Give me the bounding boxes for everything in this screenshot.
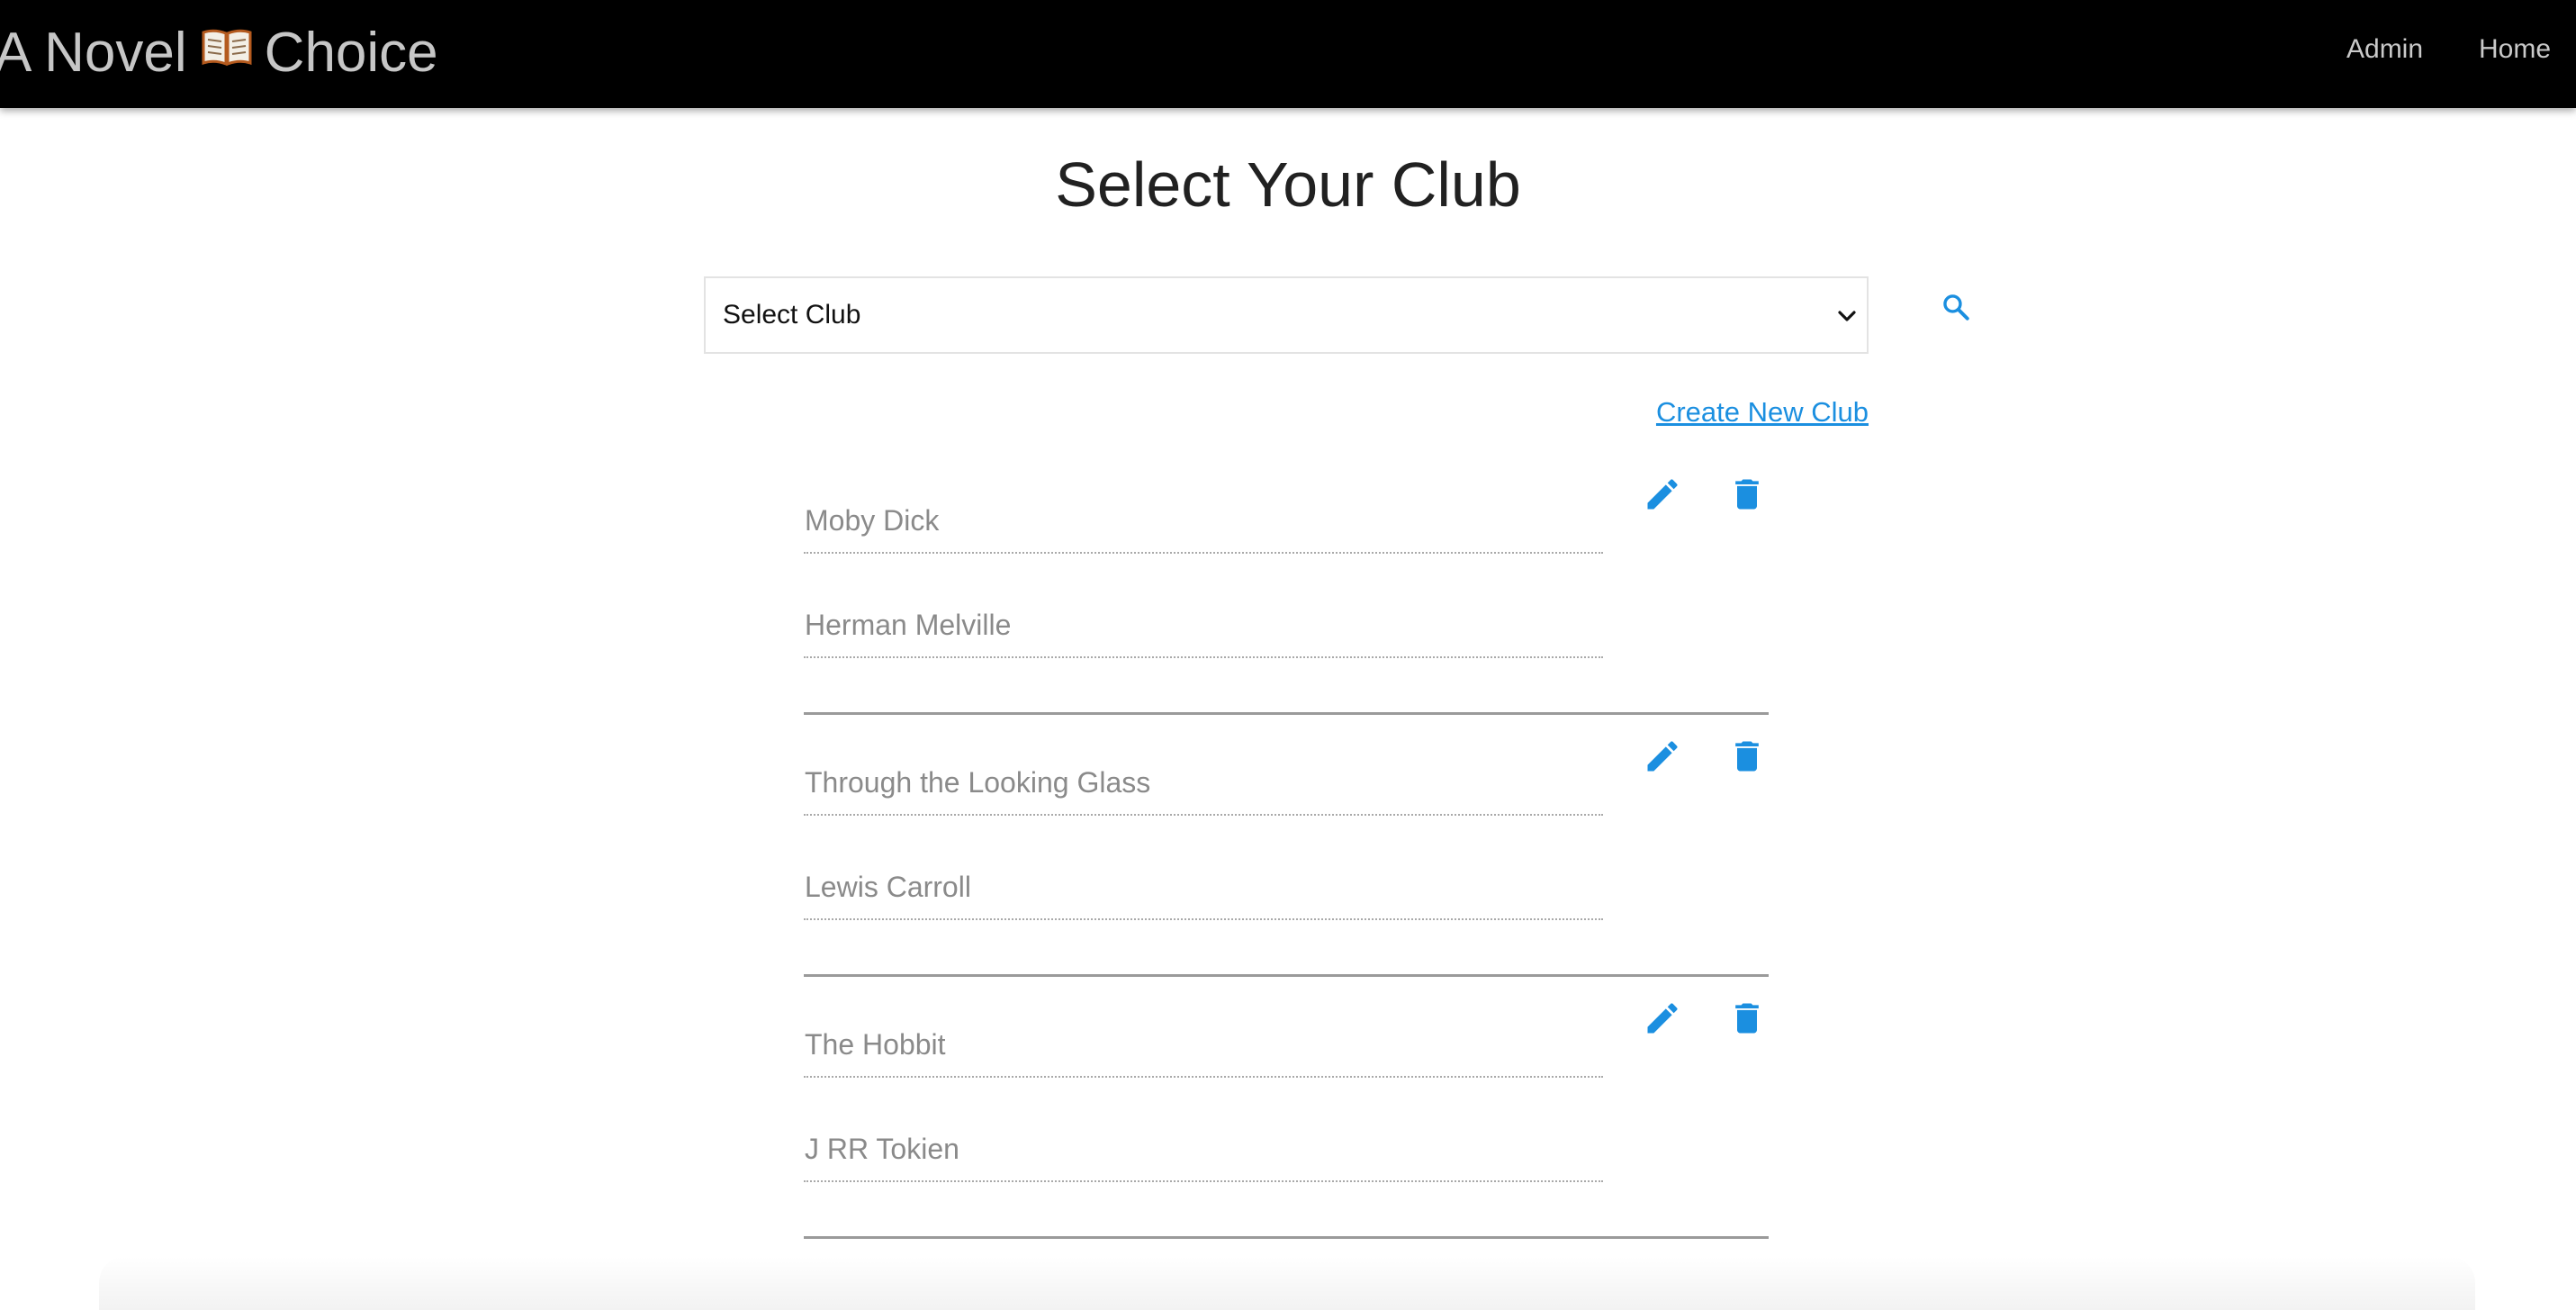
brand-logo[interactable]: A Novel Choice xyxy=(0,16,438,88)
navbar: A Novel Choice Admin Home xyxy=(0,0,2576,108)
book-title: Moby Dick xyxy=(805,504,940,537)
nav-link-admin[interactable]: Admin xyxy=(2346,34,2423,65)
brand-text-end: Choice xyxy=(264,21,438,84)
book-author: Herman Melville xyxy=(805,609,1012,641)
trash-icon[interactable] xyxy=(1727,736,1767,776)
book-item: Moby Dick Herman Melville xyxy=(804,455,1769,716)
book-divider xyxy=(804,712,1769,715)
trash-icon[interactable] xyxy=(1727,998,1767,1038)
book-divider xyxy=(804,974,1769,977)
book-title-field[interactable]: Moby Dick xyxy=(804,491,1603,554)
page-title: Select Your Club xyxy=(1055,149,1521,220)
create-new-club-link[interactable]: Create New Club xyxy=(1656,396,1869,429)
book-divider xyxy=(804,1236,1769,1239)
book-author-field[interactable]: Herman Melville xyxy=(804,595,1603,658)
book-title-field[interactable]: The Hobbit xyxy=(804,1015,1603,1078)
club-select-value: Select Club xyxy=(723,300,861,330)
book-author: J RR Tokien xyxy=(805,1133,959,1165)
edit-pencil-icon[interactable] xyxy=(1643,736,1682,776)
book-item: Through the Looking Glass Lewis Carroll xyxy=(804,717,1769,978)
book-item: The Hobbit J RR Tokien xyxy=(804,979,1769,1240)
book-author-field[interactable]: Lewis Carroll xyxy=(804,857,1603,920)
footer-shadow xyxy=(99,1256,2475,1310)
book-author-field[interactable]: J RR Tokien xyxy=(804,1119,1603,1182)
edit-pencil-icon[interactable] xyxy=(1643,474,1682,514)
book-author: Lewis Carroll xyxy=(805,871,971,903)
search-icon[interactable] xyxy=(1941,292,1971,322)
book-title-field[interactable]: Through the Looking Glass xyxy=(804,753,1603,816)
edit-pencil-icon[interactable] xyxy=(1643,998,1682,1038)
book-title: The Hobbit xyxy=(805,1028,946,1061)
brand-text-start: A Novel xyxy=(0,21,187,84)
open-book-icon xyxy=(202,29,252,67)
nav-link-home[interactable]: Home xyxy=(2479,34,2551,65)
chevron-down-icon xyxy=(1838,311,1856,321)
trash-icon[interactable] xyxy=(1727,474,1767,514)
book-title: Through the Looking Glass xyxy=(805,766,1151,799)
club-select[interactable]: Select Club xyxy=(704,276,1869,354)
